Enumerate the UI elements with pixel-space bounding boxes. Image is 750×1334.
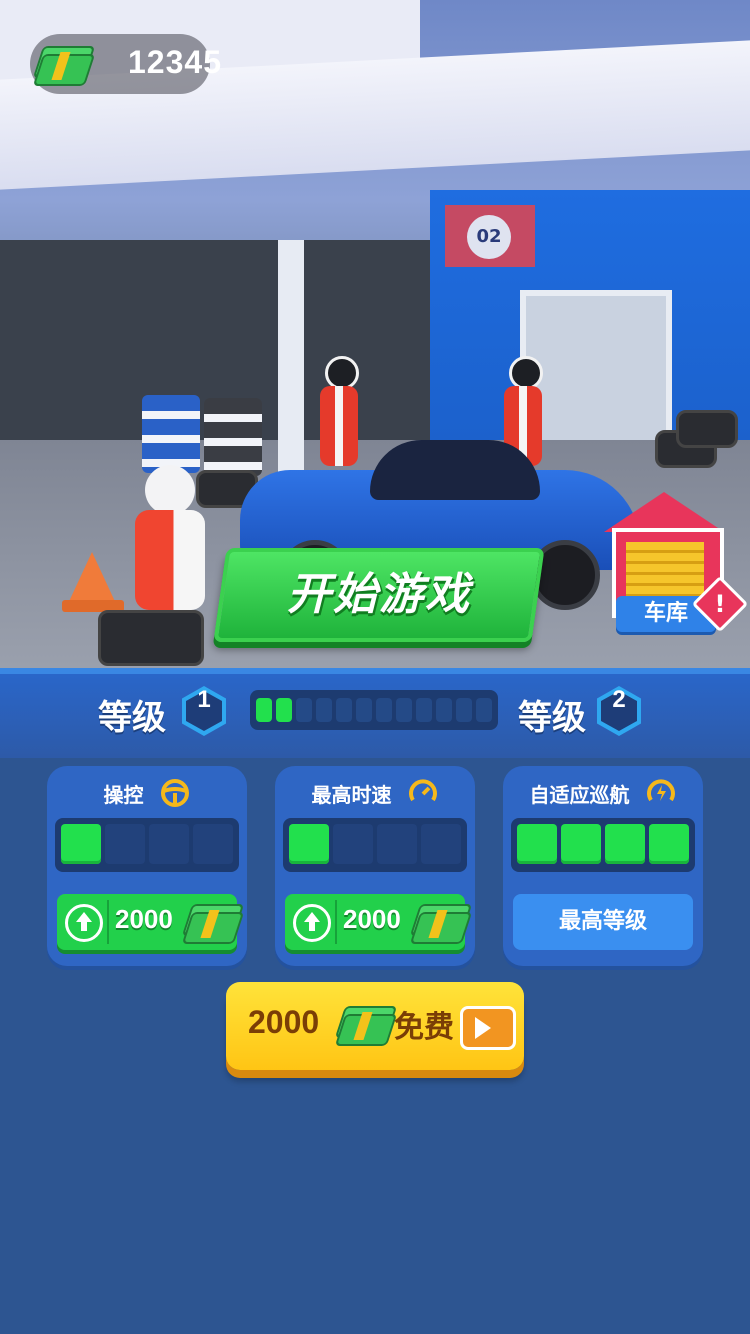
pit-sign: 02 xyxy=(445,205,535,267)
free-cash-video-button[interactable]: 2000 免费 xyxy=(226,982,524,1070)
level-progress-bar xyxy=(250,690,498,730)
upgrade-level-segment xyxy=(289,824,329,864)
video-ad-icon xyxy=(460,1006,516,1050)
upgrade-level-segment xyxy=(61,824,101,864)
upgrade-level-bars xyxy=(511,818,695,872)
upgrade-level-segment xyxy=(605,824,645,864)
cruise-control-icon xyxy=(647,779,676,802)
next-level-label: 等级 xyxy=(518,698,586,738)
upgrade-handling-button[interactable]: 2000 xyxy=(57,894,245,950)
level-progress-segment xyxy=(336,698,352,722)
upgrade-level-segment xyxy=(333,824,373,864)
level-progress-segment xyxy=(316,698,332,722)
level-progress-segment xyxy=(416,698,432,722)
level-progress-segment xyxy=(356,698,372,722)
upgrade-level-segment xyxy=(193,824,233,864)
seated-crew-member xyxy=(135,465,225,615)
upgrade-card-top-speed: 最高时速 2000 xyxy=(275,766,475,966)
start-game-label: 开始游戏 xyxy=(287,569,471,620)
upgrade-level-segment xyxy=(105,824,145,864)
upgrade-card-handling: 操控 2000 xyxy=(47,766,247,966)
speedometer-icon xyxy=(409,779,438,802)
level-progress-segment xyxy=(296,698,312,722)
next-level-badge: 2 xyxy=(597,686,641,736)
upgrade-level-segment xyxy=(561,824,601,864)
level-progress-segment xyxy=(396,698,412,722)
cash-stack-icon xyxy=(32,42,96,86)
upgrade-level-segment xyxy=(377,824,417,864)
max-level-button[interactable]: 最高等级 xyxy=(513,894,693,950)
upgrade-level-segment xyxy=(517,824,557,864)
upgrade-price: 2000 xyxy=(115,904,173,934)
upgrade-title: 自适应巡航 xyxy=(529,782,630,807)
steering-wheel-icon xyxy=(161,779,190,807)
cash-value: 12345 xyxy=(128,44,222,80)
level-progress-segment xyxy=(456,698,472,722)
upgrade-card-adaptive-cruise: 自适应巡航 最高等级 xyxy=(503,766,703,966)
upgrade-price: 2000 xyxy=(343,904,401,934)
cash-stack-icon xyxy=(181,900,245,944)
upgrade-level-segment xyxy=(149,824,189,864)
garage-button[interactable]: 车库 ! xyxy=(600,492,749,638)
cash-counter: 12345 xyxy=(30,34,221,94)
cash-stack-icon xyxy=(334,1002,398,1046)
level-progress-segment xyxy=(276,698,292,722)
current-level-badge: 1 xyxy=(182,686,226,736)
upgrade-title: 操控 xyxy=(103,782,144,807)
upgrade-level-bars xyxy=(55,818,239,872)
pit-number: 02 xyxy=(467,215,511,259)
tire-stack xyxy=(676,410,738,448)
upgrade-level-bars xyxy=(283,818,467,872)
upgrade-level-segment xyxy=(649,824,689,864)
tire-stack xyxy=(98,610,204,666)
upgrade-level-segment xyxy=(421,824,461,864)
upgrade-top-speed-button[interactable]: 2000 xyxy=(285,894,473,950)
upgrade-arrow-icon xyxy=(65,904,103,942)
start-game-button[interactable]: 开始游戏 xyxy=(213,548,545,642)
level-progress-segment xyxy=(256,698,272,722)
current-level-label: 等级 xyxy=(98,698,166,738)
level-progress-segment xyxy=(376,698,392,722)
free-label: 免费 xyxy=(394,1010,454,1045)
upgrade-title: 最高时速 xyxy=(311,782,392,807)
upgrade-arrow-icon xyxy=(293,904,331,942)
level-progress-segment xyxy=(436,698,452,722)
barrel xyxy=(142,395,200,473)
level-progress-segment xyxy=(476,698,492,722)
free-reward-amount: 2000 xyxy=(248,1004,320,1040)
cash-stack-icon xyxy=(409,900,473,944)
